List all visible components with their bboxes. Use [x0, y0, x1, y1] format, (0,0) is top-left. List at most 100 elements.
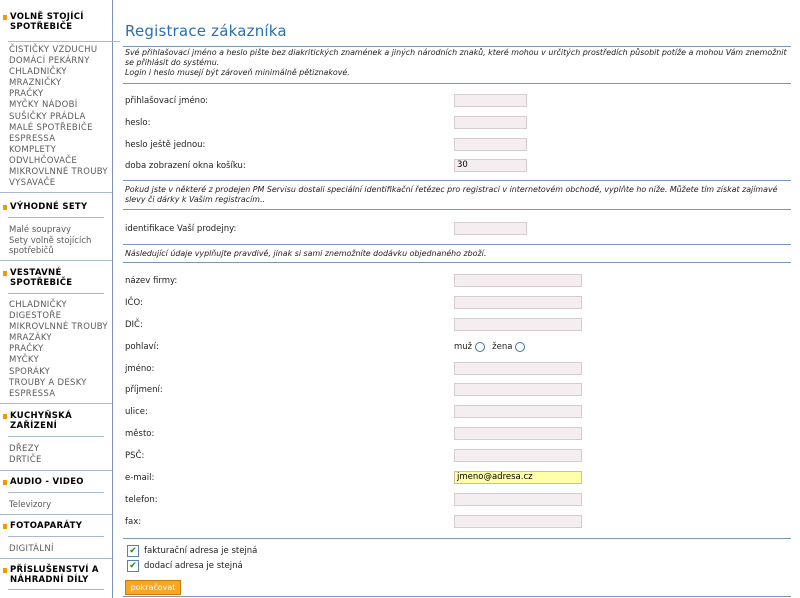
sidebar-item-televizory[interactable]: Televizory: [9, 500, 51, 511]
sidebar-item-pracky[interactable]: PRAČKY: [9, 89, 108, 100]
billing-address-checkbox[interactable]: ✔: [127, 545, 139, 557]
category-divider: [0, 403, 112, 404]
category-divider: [0, 558, 112, 559]
category-heading[interactable]: VOLNĚ STOJÍCÍ SPOTŘEBIČE: [0, 12, 112, 32]
delivery-address-checkbox[interactable]: ✔: [127, 560, 139, 572]
login-input[interactable]: [454, 94, 527, 107]
bullet-icon: [3, 414, 7, 419]
dic-input[interactable]: [454, 318, 582, 331]
email-input[interactable]: jmeno@adresa.cz: [454, 471, 582, 484]
delivery-address-row: ✔ dodací adresa je stejná: [127, 560, 243, 572]
category-divider: [8, 293, 104, 294]
zip-input[interactable]: [454, 449, 582, 462]
category-divider: [8, 536, 104, 537]
sidebar-categories: VOLNĚ STOJÍCÍ SPOTŘEBIČE ČISTIČKY VZDUCH…: [0, 0, 120, 598]
sidebar-item-chladnicky-vestavne[interactable]: CHLADNIČKY: [9, 300, 108, 311]
label-zip: PSČ:: [125, 451, 145, 461]
category-heading[interactable]: KUCHYŇSKÁ ZAŘÍZENÍ: [0, 411, 112, 431]
sidebar-item-mraznicky[interactable]: MRAZNIČKY: [9, 78, 108, 89]
label-fax: fax:: [125, 517, 142, 527]
label-ico: IČO:: [125, 298, 143, 308]
sidebar-item-susicky-pradla[interactable]: SUŠIČKY PRÁDLA: [9, 112, 108, 123]
label-login: přihlašovací jméno:: [125, 96, 209, 106]
sidebar-item-chladnicky[interactable]: CHLADNIČKY: [9, 67, 108, 78]
category-divider: [8, 217, 104, 218]
section-divider: [123, 596, 791, 597]
street-input[interactable]: [454, 405, 582, 418]
category-heading[interactable]: VESTAVNÉ SPOTŘEBIČE: [0, 268, 112, 288]
sidebar-item-digitalni[interactable]: DIGITÁLNÍ: [9, 544, 54, 555]
sidebar-item-mrazaky[interactable]: MRAZÁKY: [9, 333, 108, 344]
sidebar-item-male-soupravy[interactable]: Malé soupravy: [9, 225, 113, 236]
gender-radio-group: muž žena: [454, 342, 532, 352]
category-divider: [0, 514, 112, 515]
category-divider: [8, 492, 104, 493]
label-store-id: identifikace Vaší prodejny:: [125, 224, 237, 234]
label-company: název firmy:: [125, 276, 178, 286]
category-heading[interactable]: FOTOAPARÁTY: [0, 521, 112, 531]
category-divider: [0, 260, 112, 261]
sidebar-item-espressa-vestavne[interactable]: ESPRESSA: [9, 389, 108, 400]
bullet-icon: [3, 271, 7, 276]
sidebar-item-trouby-a-desky[interactable]: TROUBY A DESKY: [9, 378, 108, 389]
sidebar-item-espressa[interactable]: ESPRESSA: [9, 134, 108, 145]
phone-input[interactable]: [454, 493, 582, 506]
password-input[interactable]: [454, 116, 527, 129]
label-gender: pohlaví:: [125, 342, 159, 352]
personal-data-note: Následující údaje vyplňujte pravdivě, ji…: [125, 249, 487, 258]
billing-address-label: fakturační adresa je stejná: [144, 546, 258, 556]
category-volne-stojici: VOLNĚ STOJÍCÍ SPOTŘEBIČE: [0, 12, 112, 32]
label-password-repeat: heslo ještě jednou:: [125, 140, 206, 150]
bullet-icon: [3, 205, 7, 210]
continue-button[interactable]: pokračovat: [125, 580, 181, 595]
password-repeat-input[interactable]: [454, 138, 527, 151]
category-heading[interactable]: AUDIO - VIDEO: [0, 477, 112, 487]
sidebar-item-mycky[interactable]: MYČKY: [9, 355, 108, 366]
sidebar-item-sety[interactable]: Sety volně stojících spotřebičů: [9, 236, 113, 256]
sidebar-item-pracky-vestavne[interactable]: PRAČKY: [9, 344, 108, 355]
section-divider: [123, 180, 791, 181]
sidebar-item-male-spotrebice[interactable]: MALÉ SPOTŘEBIČE: [9, 123, 108, 134]
category-heading[interactable]: PŘÍSLUŠENSTVÍ A NÁHRADNÍ DÍLY: [0, 565, 112, 585]
cart-display-time-input[interactable]: 30: [454, 159, 527, 172]
bullet-icon: [3, 568, 7, 573]
category-heading[interactable]: VÝHODNÉ SETY: [0, 202, 112, 212]
delivery-address-label: dodací adresa je stejná: [144, 561, 243, 571]
bullet-icon: [3, 524, 7, 529]
bullet-icon: [3, 15, 7, 20]
section-divider: [123, 83, 791, 84]
sidebar-item-drtice[interactable]: DRTIČE: [9, 455, 42, 466]
sidebar-item-digestore[interactable]: DIGESTOŘE: [9, 311, 108, 322]
label-city: město:: [125, 429, 155, 439]
company-input[interactable]: [454, 274, 582, 287]
section-divider: [123, 46, 791, 47]
radio-female[interactable]: [515, 342, 526, 352]
sidebar-item-mikrovlnne-trouby[interactable]: MIKROVLNNÉ TROUBY: [9, 167, 108, 178]
intro-note: Své přihlašovací jméno a heslo pište bez…: [125, 48, 787, 77]
section-divider: [123, 209, 791, 210]
sidebar-item-drezy[interactable]: DŘEZY: [9, 444, 42, 455]
checkmark-icon: ✔: [129, 546, 137, 556]
sidebar-item-vysavace[interactable]: VYSAVAČE: [9, 178, 108, 189]
sidebar-item-odvlhcovace[interactable]: ODVLHČOVAČE: [9, 156, 108, 167]
fax-input[interactable]: [454, 515, 582, 528]
category-divider: [8, 41, 120, 42]
radio-male[interactable]: [475, 342, 486, 352]
label-last-name: příjmení:: [125, 385, 163, 395]
last-name-input[interactable]: [454, 383, 582, 396]
sidebar-item-sporaky[interactable]: SPORÁKY: [9, 367, 108, 378]
first-name-input[interactable]: [454, 362, 582, 375]
category-divider: [8, 436, 104, 437]
store-id-input[interactable]: [454, 222, 527, 235]
registration-form: Registrace zákazníka Své přihlašovací jm…: [123, 0, 791, 598]
ico-input[interactable]: [454, 296, 582, 309]
sidebar-item-komplety[interactable]: KOMPLETY: [9, 145, 108, 156]
sidebar-item-mikrovlnne-trouby-vestavne[interactable]: MIKROVLNNÉ TROUBY: [9, 322, 108, 333]
section-divider: [123, 538, 791, 539]
sidebar-item-mycky-nadobi[interactable]: MYČKY NÁDOBÍ: [9, 100, 108, 111]
label-male: muž: [454, 342, 473, 352]
city-input[interactable]: [454, 427, 582, 440]
sidebar-item-domaci-pekarny[interactable]: DOMÁCÍ PEKÁRNY: [9, 56, 108, 67]
category-divider: [0, 470, 112, 471]
sidebar-item-cisticky-vzduchu[interactable]: ČISTIČKY VZDUCHU: [9, 45, 108, 56]
